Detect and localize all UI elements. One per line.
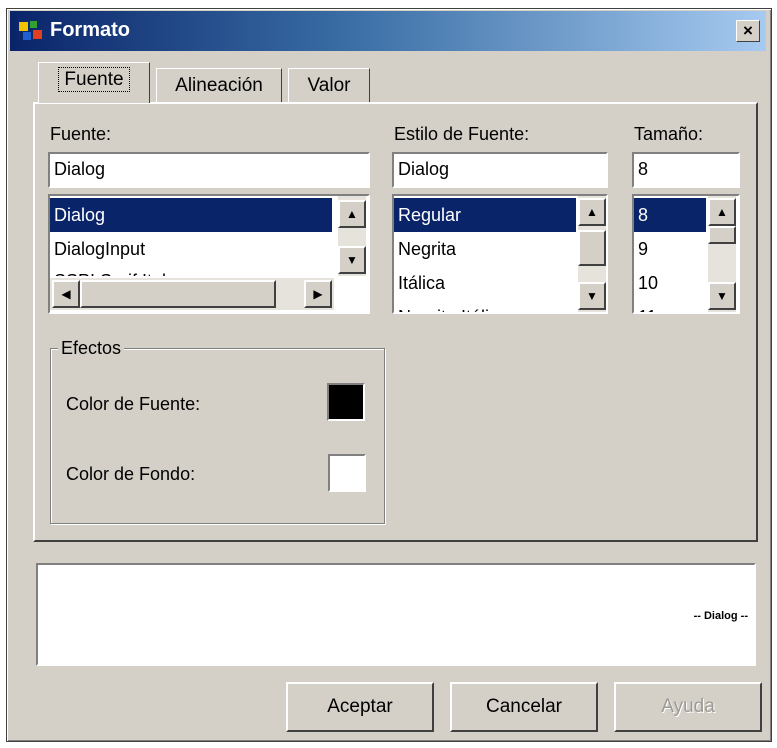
cancel-button[interactable]: Cancelar [450,682,598,732]
title-bar[interactable]: Formato × [10,11,766,51]
arrow-up-icon: ▲ [716,205,728,219]
style-label: Estilo de Fuente: [394,124,530,144]
size-option-10[interactable]: 10 [634,266,706,300]
effects-title: Efectos [58,338,125,359]
font-hscroll-thumb[interactable] [80,280,276,308]
font-label: Fuente: [50,124,112,144]
close-button[interactable]: × [736,20,760,42]
style-listbox[interactable]: Regular Negrita Itálica Negrita Itálica … [392,194,608,314]
arrow-right-icon: ▶ [313,287,323,301]
tab-alineacion[interactable]: Alineación [156,68,282,102]
size-field[interactable]: 8 [632,152,740,188]
font-option-dialoginput[interactable]: DialogInput [50,232,332,266]
bg-color-label: Color de Fondo: [66,464,196,484]
tab-alineacion-label: Alineación [175,75,263,96]
size-vscroll-thumb[interactable] [708,226,736,244]
accept-button[interactable]: Aceptar [286,682,434,732]
font-listbox[interactable]: Dialog DialogInput SSPI Serif Ital ▲ ▼ ◀… [48,194,370,314]
style-scroll-up-button[interactable]: ▲ [578,198,606,226]
font-scroll-right-button[interactable]: ▶ [304,280,332,308]
preview-text: -- Dialog -- [693,610,748,622]
style-option-regular[interactable]: Regular [394,198,576,232]
arrow-down-icon: ▼ [716,289,728,303]
arrow-down-icon: ▼ [586,289,598,303]
style-field[interactable]: Dialog [392,152,608,188]
style-scroll-down-button[interactable]: ▼ [578,282,606,310]
font-color-label: Color de Fuente: [66,394,201,414]
size-vscrollbar[interactable]: ▲ ▼ [708,196,736,312]
bg-color-swatch[interactable] [328,454,366,492]
font-option-clipped[interactable]: SSPI Serif Ital [50,264,332,276]
size-scroll-down-button[interactable]: ▼ [708,282,736,310]
font-preview-pane: -- Dialog -- [36,563,756,666]
tab-valor-label: Valor [307,75,351,96]
size-option-8[interactable]: 8 [634,198,706,232]
style-vscroll-thumb[interactable] [578,230,606,266]
arrow-up-icon: ▲ [346,207,358,221]
arrow-up-icon: ▲ [586,205,598,219]
size-scroll-up-button[interactable]: ▲ [708,198,736,226]
help-button[interactable]: Ayuda [614,682,762,732]
size-label: Tamaño: [634,124,704,144]
style-option-clipped[interactable]: Negrita Itálica [394,300,576,312]
font-color-swatch[interactable] [327,383,365,421]
tab-fuente-label: Fuente [58,67,130,92]
font-field[interactable]: Dialog [48,152,370,188]
tab-fuente[interactable]: Fuente [38,62,150,103]
style-vscrollbar[interactable]: ▲ ▼ [578,196,606,312]
size-listbox[interactable]: 8 9 10 11 ▲ ▼ [632,194,740,314]
font-scroll-up-button[interactable]: ▲ [338,200,366,228]
font-option-dialog[interactable]: Dialog [50,198,332,232]
style-option-italica[interactable]: Itálica [394,266,576,300]
effects-group [50,348,385,524]
app-icon [18,19,44,43]
tab-valor[interactable]: Valor [288,68,370,102]
size-option-clipped[interactable]: 11 [634,300,706,312]
font-hscrollbar[interactable]: ◀ ▶ [50,278,334,310]
font-scroll-down-button[interactable]: ▼ [338,246,366,274]
font-scroll-left-button[interactable]: ◀ [52,280,80,308]
window-title: Formato [50,19,130,41]
arrow-left-icon: ◀ [61,287,71,301]
font-vscrollbar[interactable]: ▲ ▼ [338,196,366,276]
arrow-down-icon: ▼ [346,253,358,267]
style-option-negrita[interactable]: Negrita [394,232,576,266]
size-option-9[interactable]: 9 [634,232,706,266]
